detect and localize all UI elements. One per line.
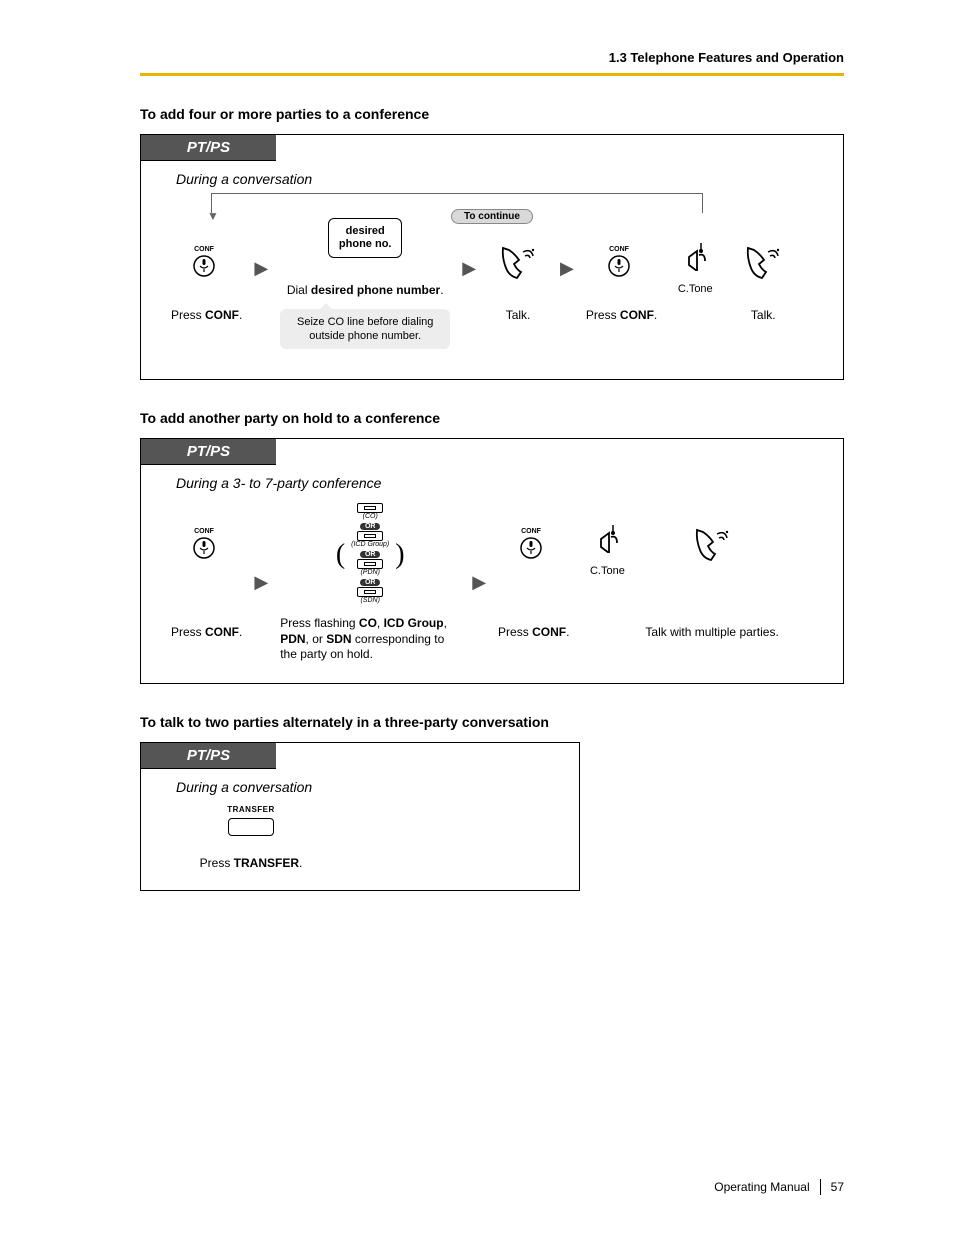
page-footer: Operating Manual 57 <box>714 1179 844 1195</box>
section3-heading: To talk to two parties alternately in a … <box>140 714 844 730</box>
arrow-icon: ▶ <box>458 258 480 279</box>
tone-icon <box>593 523 621 553</box>
step-conf-1: Press CONF. <box>171 242 242 324</box>
section2-context: During a 3- to 7-party conference <box>176 475 843 491</box>
section3-tab: PT/PS <box>141 743 276 769</box>
step-line-select: ( (CO) OR (ICD Group) OR (PDN) OR (SDN) … <box>280 501 460 663</box>
section1-context: During a conversation <box>176 171 843 187</box>
co-button-icon <box>357 503 383 513</box>
arrow-icon: ▶ <box>250 258 272 279</box>
section3-context: During a conversation <box>176 779 579 795</box>
talk-icon <box>744 244 782 282</box>
section2-box: PT/PS During a 3- to 7-party conference … <box>140 438 844 684</box>
section3-box: PT/PS During a conversation TRANSFER Pre… <box>140 742 580 891</box>
section2-tab: PT/PS <box>141 439 276 465</box>
step-ctone-1: C.Tone <box>665 235 725 331</box>
section1-box: PT/PS During a conversation ▼ To continu… <box>140 134 844 380</box>
icd-button-icon <box>357 531 383 541</box>
pdn-button-icon <box>357 559 383 569</box>
step-dial: desiredphone no. Dial desired phone numb… <box>280 217 450 349</box>
to-continue-banner: To continue <box>451 209 533 224</box>
conf-icon <box>189 526 225 564</box>
step-talk-3: Talk with multiple parties. <box>645 524 778 641</box>
step-conf-4: Press CONF. <box>498 524 569 641</box>
section2-heading: To add another party on hold to a confer… <box>140 410 844 426</box>
conf-icon <box>516 526 552 564</box>
conf-icon <box>604 244 640 282</box>
section1-tab: PT/PS <box>141 135 276 161</box>
transfer-button-icon <box>228 818 274 836</box>
arrow-icon: ▶ <box>468 572 490 593</box>
step-transfer: TRANSFER Press TRANSFER. <box>191 805 311 870</box>
step-conf-2: Press CONF. <box>586 242 657 324</box>
header-divider <box>140 73 844 76</box>
talk-icon <box>693 526 731 564</box>
arrow-icon: ▶ <box>250 572 272 593</box>
seize-note: Seize CO line before dialing outside pho… <box>280 309 450 350</box>
conf-icon <box>189 244 225 282</box>
talk-icon <box>499 244 537 282</box>
section1-heading: To add four or more parties to a confere… <box>140 106 844 122</box>
step-talk-1: Talk. <box>488 242 548 324</box>
tone-icon <box>681 241 709 271</box>
step-conf-3: Press CONF. <box>171 524 242 641</box>
step-ctone-2: C.Tone <box>577 517 637 648</box>
sdn-button-icon <box>357 587 383 597</box>
arrow-icon: ▶ <box>556 258 578 279</box>
breadcrumb: 1.3 Telephone Features and Operation <box>140 50 844 65</box>
step-talk-2: Talk. <box>733 242 793 324</box>
